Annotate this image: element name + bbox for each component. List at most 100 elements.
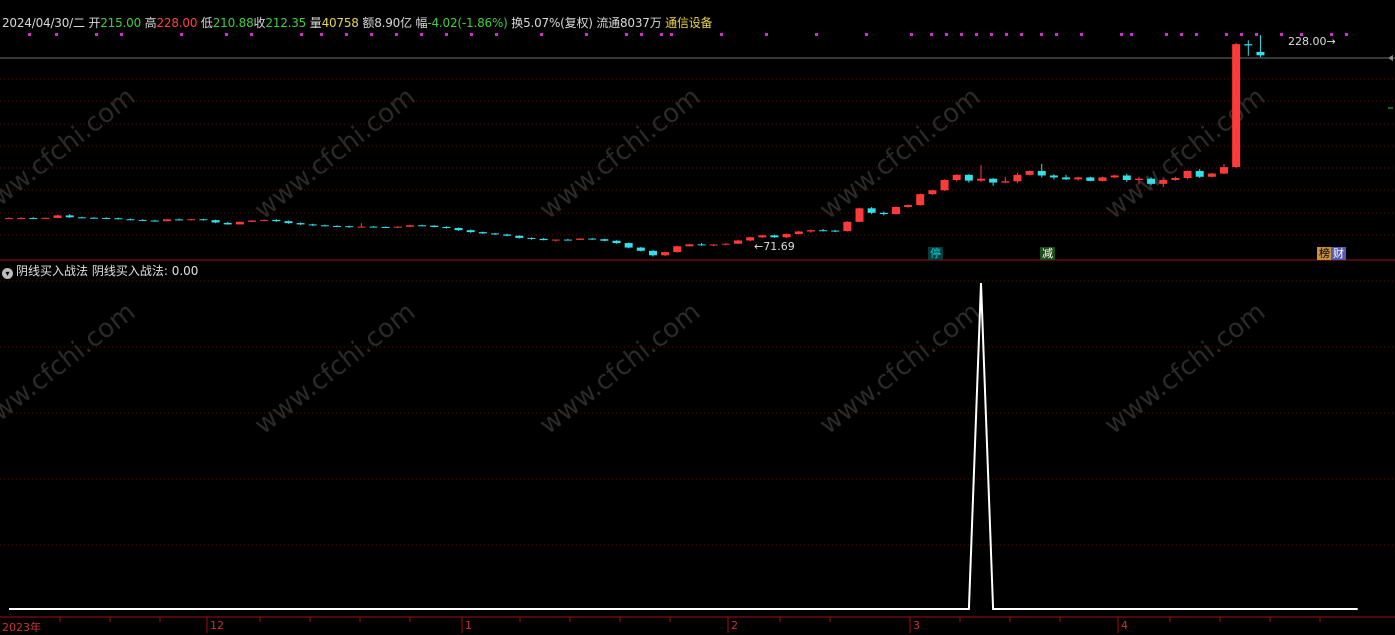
candle-body (904, 205, 913, 208)
candle-body (1244, 44, 1253, 46)
candle-body (333, 225, 342, 227)
candle-body (843, 221, 852, 232)
candle-body (819, 230, 828, 232)
candle-body (734, 240, 742, 244)
watermark-text: www.cfchi.com (534, 297, 706, 441)
candle-body (5, 218, 13, 220)
x-label-apr: 4 (1121, 619, 1128, 632)
candle-body (1220, 167, 1228, 174)
industry-label[interactable]: 通信设备 (665, 16, 712, 30)
quote-date: 2024/04/30/二 (2, 16, 85, 30)
candle-body (491, 233, 499, 235)
event-dot (540, 33, 543, 36)
candle-body (1074, 177, 1083, 180)
candle-body (296, 223, 305, 225)
candle-body (794, 231, 803, 235)
candle-body (345, 226, 354, 228)
candle-body (1062, 177, 1071, 180)
candle-body (503, 234, 512, 236)
candle-body (940, 179, 949, 191)
tag-ting[interactable]: 停 (928, 247, 943, 260)
chevron-down-icon[interactable]: ▾ (2, 268, 13, 279)
candle-body (223, 222, 232, 225)
tag-jian[interactable]: 减 (1040, 247, 1055, 260)
candle-body (65, 215, 74, 218)
candle-body (53, 215, 62, 218)
event-dot (495, 33, 498, 36)
candle-body (1086, 177, 1095, 181)
candle-body (1134, 178, 1143, 180)
candle-body (369, 226, 378, 228)
candle-body (199, 219, 208, 221)
candle-body (746, 237, 755, 241)
event-dot (320, 33, 323, 36)
volume-label: 量 (309, 16, 322, 30)
tag-cai[interactable]: 财 (1331, 247, 1346, 260)
candle-body (1147, 178, 1156, 184)
event-dot (990, 33, 993, 36)
candle-body (272, 219, 281, 222)
event-dot (1240, 33, 1243, 36)
low-value: 210.88 (212, 16, 254, 30)
quote-header: 2024/04/30/二 开215.00 高228.00 低210.88收212… (2, 14, 713, 31)
event-dot (625, 33, 628, 36)
event-dot (225, 33, 228, 36)
candle-body (175, 219, 184, 221)
event-dot (1130, 33, 1133, 36)
chart-canvas: www.cfchi.com www.cfchi.com www.cfchi.com w… (0, 33, 1395, 633)
candle-body (1207, 173, 1216, 177)
candle-body (855, 208, 864, 222)
event-dot (250, 33, 253, 36)
high-label: 高 (144, 16, 157, 30)
candle-body (721, 243, 730, 245)
event-dot (1225, 33, 1228, 36)
candle-body (102, 217, 111, 219)
candle-body (430, 225, 439, 227)
candle-body (77, 217, 86, 219)
candle-body (478, 232, 487, 234)
float-value: 8037万 (619, 16, 662, 30)
candle-body (187, 219, 196, 221)
candle-body (126, 219, 135, 221)
watermark-text: www.cfchi.com (814, 82, 986, 226)
event-dot (1055, 33, 1058, 36)
watermark-text: www.cfchi.com (1099, 82, 1271, 226)
candle-body (782, 234, 791, 238)
candle-body (661, 252, 670, 256)
candle-body (563, 239, 572, 241)
event-dot (120, 33, 123, 36)
x-label-jan: 1 (465, 619, 472, 632)
amount-value: 8.90亿 (374, 16, 412, 30)
indicator-name[interactable]: 阴线买入战法 (16, 264, 88, 278)
event-dot (1040, 33, 1043, 36)
candle-body (29, 217, 38, 219)
event-dot (670, 33, 673, 36)
volume-value: 40758 (321, 16, 359, 30)
high-price-mark: 228.00→ (1288, 35, 1336, 48)
tag-bang[interactable]: 榜 (1317, 247, 1332, 260)
event-dot (1080, 33, 1083, 36)
candle-body (576, 238, 585, 240)
candle-body (806, 230, 815, 232)
candle-body (964, 174, 973, 181)
candle-body (235, 221, 244, 225)
candle-body (831, 230, 840, 232)
candle-body (1195, 170, 1204, 177)
candle-body (1001, 181, 1010, 183)
candle-body (527, 237, 536, 239)
x-label-dec: 12 (210, 619, 224, 632)
event-dot (975, 33, 978, 36)
watermark-text: www.cfchi.com (814, 297, 986, 441)
watermark-text: www.cfchi.com (0, 297, 141, 441)
indicator-title: ▾ 阴线买入战法 阴线买入战法: 0.00 (2, 262, 198, 279)
event-dot (1165, 33, 1168, 36)
change-label: 幅 (415, 16, 428, 30)
candle-body (1256, 51, 1265, 56)
candle-body (248, 220, 256, 222)
event-dot (1020, 33, 1023, 36)
low-price-mark: ←71.69 (754, 240, 795, 253)
candle-body (150, 220, 159, 222)
candle-body (357, 226, 366, 228)
event-dot (370, 33, 373, 36)
candle-body (1183, 170, 1192, 179)
